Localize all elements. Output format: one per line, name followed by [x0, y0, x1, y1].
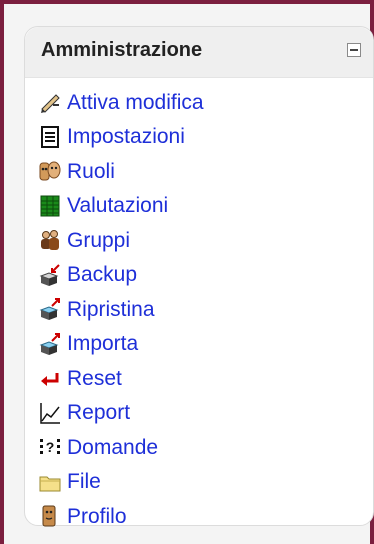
profile-person-icon — [39, 505, 61, 527]
reset-arrow-icon — [39, 367, 61, 389]
menu-item-label: Profilo — [67, 504, 127, 528]
backup-box-icon — [39, 264, 61, 286]
menu-item-label: Attiva modifica — [67, 90, 204, 114]
menu-item-label: File — [67, 470, 101, 494]
grades-spreadsheet-icon — [39, 195, 61, 217]
menu-item-label: Reset — [67, 366, 122, 390]
menu-item-valutazioni[interactable]: Valutazioni — [39, 189, 363, 224]
roles-masks-icon — [39, 160, 61, 182]
menu-item-profilo[interactable]: Profilo — [39, 499, 363, 534]
collapse-toggle-icon[interactable] — [347, 43, 361, 57]
administration-block: Amministrazione Attiva modifica Impostaz… — [24, 26, 374, 527]
menu-item-label: Ripristina — [67, 297, 155, 321]
report-chart-icon — [39, 402, 61, 424]
menu-item-label: Gruppi — [67, 228, 131, 252]
menu-item-label: Valutazioni — [67, 194, 169, 218]
window-frame: Amministrazione Attiva modifica Impostaz… — [0, 0, 374, 544]
import-box-icon — [39, 332, 61, 355]
menu-item-report[interactable]: Report — [39, 396, 363, 431]
menu-item-importa[interactable]: Importa — [39, 327, 363, 362]
menu-item-label: Report — [67, 401, 131, 425]
menu-item-label: Backup — [67, 263, 138, 287]
menu-item-reset[interactable]: Reset — [39, 361, 363, 396]
menu-item-ripristina[interactable]: Ripristina — [39, 292, 363, 327]
questions-icon: ? — [39, 436, 61, 458]
menu-item-attiva-modifica[interactable]: Attiva modifica — [39, 85, 363, 120]
menu-item-ruoli[interactable]: Ruoli — [39, 154, 363, 189]
menu-item-label: Impostazioni — [67, 125, 185, 149]
block-title: Amministrazione — [41, 39, 203, 61]
svg-text:?: ? — [46, 439, 55, 455]
menu-item-label: Domande — [67, 435, 159, 459]
folder-icon — [39, 471, 61, 493]
menu-item-domande[interactable]: ? Domande — [39, 430, 363, 465]
settings-document-icon — [39, 125, 61, 148]
menu-item-label: Ruoli — [67, 159, 115, 183]
groups-people-icon — [39, 229, 61, 251]
menu-item-label: Importa — [67, 332, 139, 356]
menu-item-backup[interactable]: Backup — [39, 258, 363, 293]
admin-menu-list: Attiva modifica Impostazioni Ruoli Valut… — [39, 85, 363, 534]
edit-pencil-icon — [39, 91, 61, 114]
menu-item-file[interactable]: File — [39, 465, 363, 500]
menu-item-impostazioni[interactable]: Impostazioni — [39, 120, 363, 155]
block-header: Amministrazione — [25, 27, 373, 78]
menu-item-gruppi[interactable]: Gruppi — [39, 223, 363, 258]
restore-box-icon — [39, 298, 61, 321]
